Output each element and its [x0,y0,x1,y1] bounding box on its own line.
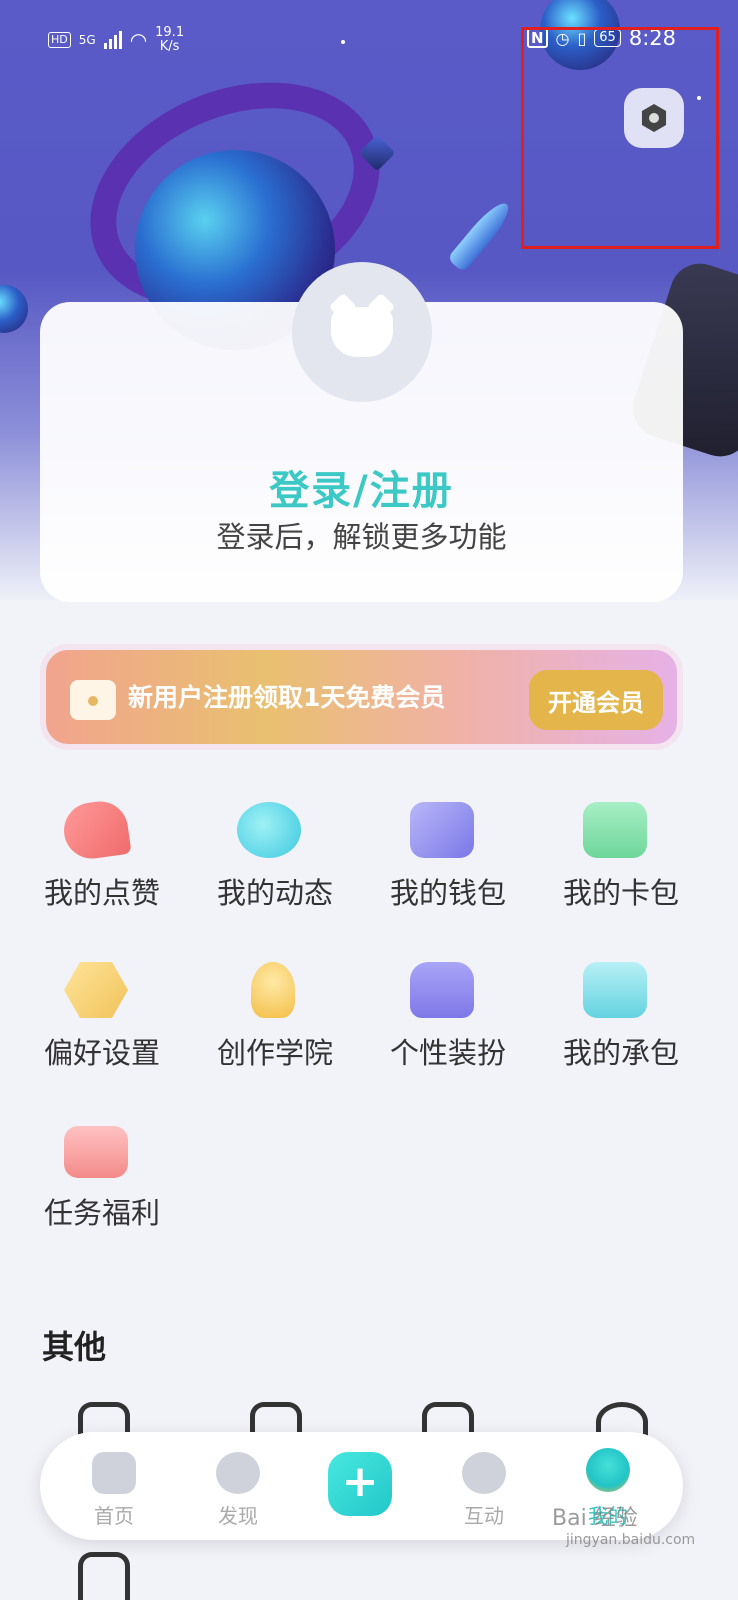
preference-icon [64,962,128,1018]
feature-my-cards[interactable]: 我的卡包 [535,802,707,922]
open-vip-button[interactable]: 开通会员 [529,670,663,730]
shop-icon [410,962,474,1018]
hd-indicator: HD [48,32,71,48]
feature-label: 我的卡包 [562,876,679,910]
network-speed: 19.1 K/s [155,25,185,54]
feature-my-contract[interactable]: 我的承包 [535,962,707,1082]
login-subtitle: 登录后，解锁更多功能 [216,520,507,554]
wifi-icon: ◠ [129,28,148,52]
me-icon [586,1448,630,1492]
signal-icon [103,31,122,49]
wallet-icon [410,802,474,858]
cat-avatar-icon [331,307,393,357]
feature-label: 我的点赞 [43,876,160,910]
heart-icon [60,797,132,863]
feature-my-likes[interactable]: 我的点赞 [16,797,188,922]
watermark: Bai 经验 [552,1506,638,1531]
leaf-icon [237,802,301,858]
tab-label: 互动 [464,1504,504,1528]
other-section-title: 其他 [42,1328,107,1366]
feature-my-wallet[interactable]: 我的钱包 [362,802,534,922]
feature-label: 我的承包 [562,1036,679,1070]
feature-label: 创作学院 [216,1036,333,1070]
feature-label: 个性装扮 [389,1036,506,1070]
feature-my-posts[interactable]: 我的动态 [189,802,361,922]
feature-label: 偏好设置 [43,1036,160,1070]
card-icon [583,802,647,858]
tab-discover[interactable]: 发现 [188,1446,288,1530]
rocket-decoration [446,197,516,273]
tab-home[interactable]: 首页 [64,1446,164,1530]
feature-label: 我的钱包 [389,876,506,910]
feature-creator-academy[interactable]: 创作学院 [189,962,361,1082]
orb-decoration-left [0,285,28,333]
vip-promo-text: 新用户注册领取1天免费会员 [128,683,446,712]
robot-icon[interactable] [78,1552,130,1600]
avatar[interactable] [292,262,432,402]
network-type: 5G [78,33,96,47]
vip-banner[interactable]: 新用户注册领取1天免费会员 开通会员 [40,644,683,750]
lightbulb-icon [251,962,295,1018]
discover-icon [216,1452,260,1494]
home-icon [92,1452,136,1494]
feature-label: 我的动态 [216,876,333,910]
watermark-url: jingyan.baidu.com [566,1532,696,1548]
feature-personal-decor[interactable]: 个性装扮 [362,962,534,1082]
gift-bag-icon [64,1126,128,1178]
add-post-button[interactable]: + [328,1452,392,1516]
whale-icon [583,962,647,1018]
highlight-box [521,27,719,249]
feature-task-rewards[interactable]: 任务福利 [16,1122,188,1242]
login-register-link[interactable]: 登录/注册 [0,458,723,516]
feature-label: 任务福利 [43,1196,160,1230]
tab-label: 发现 [218,1504,258,1528]
tab-label: 首页 [94,1504,134,1528]
crown-icon [70,680,116,720]
tab-interact[interactable]: 互动 [434,1446,534,1530]
feature-preferences[interactable]: 偏好设置 [16,962,188,1082]
message-icon [462,1452,506,1494]
